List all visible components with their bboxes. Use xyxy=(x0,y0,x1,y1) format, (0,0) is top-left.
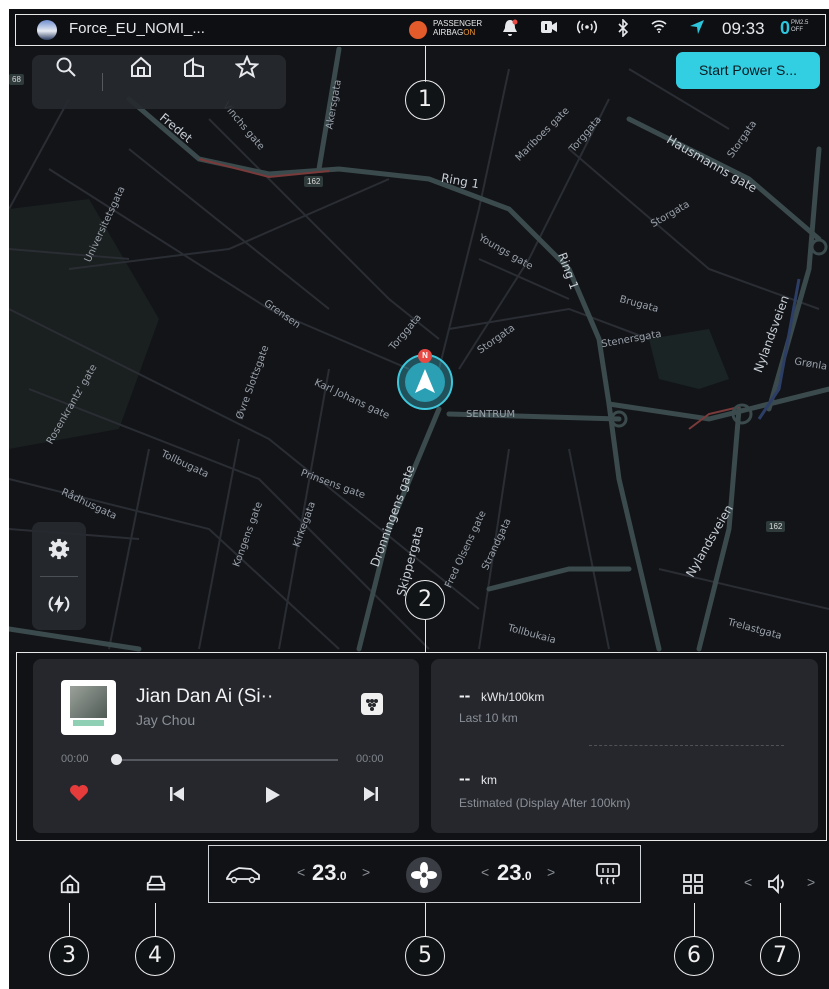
annotation-leader xyxy=(780,903,781,936)
app-grid-icon[interactable] xyxy=(682,873,704,895)
left-temp-increase-icon[interactable]: > xyxy=(362,864,370,880)
bluetooth-icon[interactable] xyxy=(617,18,629,42)
navigation-arrow-icon xyxy=(415,369,435,393)
vehicle-icon[interactable] xyxy=(145,873,167,895)
divider xyxy=(589,745,784,746)
divider xyxy=(102,73,103,91)
play-icon[interactable] xyxy=(265,786,281,809)
annotation-leader xyxy=(694,903,695,936)
cellular-signal-icon xyxy=(576,19,598,40)
music-source-icon[interactable] xyxy=(361,693,383,715)
wifi-icon[interactable] xyxy=(651,19,667,38)
previous-track-icon[interactable] xyxy=(169,786,185,807)
annotation-marker-5: 5 xyxy=(405,936,445,976)
total-time: 00:00 xyxy=(356,753,384,765)
profile-avatar[interactable] xyxy=(37,20,57,40)
volume-speaker-icon[interactable] xyxy=(767,873,789,895)
range-unit: km xyxy=(481,773,497,787)
work-destination-icon[interactable] xyxy=(182,55,206,79)
location-arrow-icon xyxy=(689,19,705,40)
annotation-marker-4: 4 xyxy=(135,936,175,976)
favorite-heart-icon[interactable] xyxy=(69,784,89,808)
annotation-marker-7: 7 xyxy=(760,936,800,976)
range-value: -- xyxy=(459,769,471,788)
passenger-airbag-status: PASSENGER AIRBAGON xyxy=(433,19,483,37)
album-art[interactable] xyxy=(61,680,116,735)
annotation-marker-2: 2 xyxy=(405,580,445,620)
search-icon[interactable] xyxy=(54,55,78,79)
annotation-leader xyxy=(425,46,426,82)
media-player-card[interactable]: Jian Dan Ai (Si·· Jay Chou 00:00 00:00 xyxy=(33,659,419,833)
consumption-label: Last 10 km xyxy=(459,711,518,725)
car-front-defrost-icon[interactable] xyxy=(225,866,261,884)
energy-consumption-card[interactable]: -- kWh/100km Last 10 km -- km Estimated … xyxy=(431,659,818,833)
home-destination-icon[interactable] xyxy=(129,55,153,79)
volume-decrease-icon[interactable]: < xyxy=(744,874,752,890)
fan-icon[interactable] xyxy=(406,857,442,893)
left-temp-decrease-icon[interactable]: < xyxy=(297,864,305,880)
annotation-leader xyxy=(155,903,156,936)
progress-knob[interactable] xyxy=(111,754,122,765)
favorites-star-icon[interactable] xyxy=(235,55,259,79)
settings-gear-icon[interactable] xyxy=(48,538,70,560)
charging-station-icon[interactable] xyxy=(47,592,71,616)
pm25-label: PM2.5 OFF xyxy=(791,20,809,33)
elapsed-time: 00:00 xyxy=(61,753,89,765)
annotation-marker-6: 6 xyxy=(674,936,714,976)
next-track-icon[interactable] xyxy=(363,786,379,807)
dashcam-icon[interactable] xyxy=(540,19,558,40)
right-temp-decrease-icon[interactable]: < xyxy=(481,864,489,880)
passenger-airbag-icon xyxy=(409,21,427,39)
range-label: Estimated (Display After 100km) xyxy=(459,796,631,810)
right-temp-increase-icon[interactable]: > xyxy=(547,864,555,880)
highway-shield: 68 xyxy=(9,74,24,85)
map-side-tools xyxy=(32,522,86,630)
rear-defrost-icon[interactable] xyxy=(595,862,621,886)
north-indicator: N xyxy=(418,349,432,363)
start-power-swap-button[interactable]: Start Power S... xyxy=(676,52,820,89)
climate-control-bar: < 23.0 > < 23.0 > xyxy=(208,845,641,903)
left-temperature[interactable]: 23.0 xyxy=(312,860,347,886)
annotation-marker-3: 3 xyxy=(49,936,89,976)
profile-name[interactable]: Force_EU_NOMI_... xyxy=(69,20,205,37)
car-display: Akersgata Ring 1 Mariboes gate Torggata … xyxy=(9,9,829,989)
pm25-value: 0 xyxy=(780,18,791,38)
song-title: Jian Dan Ai (Si·· xyxy=(136,686,274,707)
song-artist: Jay Chou xyxy=(136,712,196,728)
right-temperature[interactable]: 23.0 xyxy=(497,860,532,886)
status-bar: Force_EU_NOMI_... PASSENGER AIRBAGON 09:… xyxy=(9,9,829,47)
annotation-marker-1: 1 xyxy=(405,80,445,120)
annotation-leader xyxy=(425,903,426,936)
notification-bell-icon[interactable] xyxy=(502,19,518,42)
progress-track[interactable] xyxy=(115,759,338,761)
annotation-leader xyxy=(425,620,426,652)
annotation-leader xyxy=(69,903,70,936)
highway-shield: 162 xyxy=(304,176,324,187)
consumption-unit: kWh/100km xyxy=(481,690,545,704)
home-icon[interactable] xyxy=(59,873,81,895)
highway-shield: 162 xyxy=(766,521,786,532)
divider xyxy=(40,576,78,577)
volume-increase-icon[interactable]: > xyxy=(807,874,815,890)
map-label: SENTRUM xyxy=(466,409,516,420)
consumption-value: -- xyxy=(459,686,471,705)
clock: 09:33 xyxy=(722,19,765,38)
map-quick-actions xyxy=(32,55,286,109)
